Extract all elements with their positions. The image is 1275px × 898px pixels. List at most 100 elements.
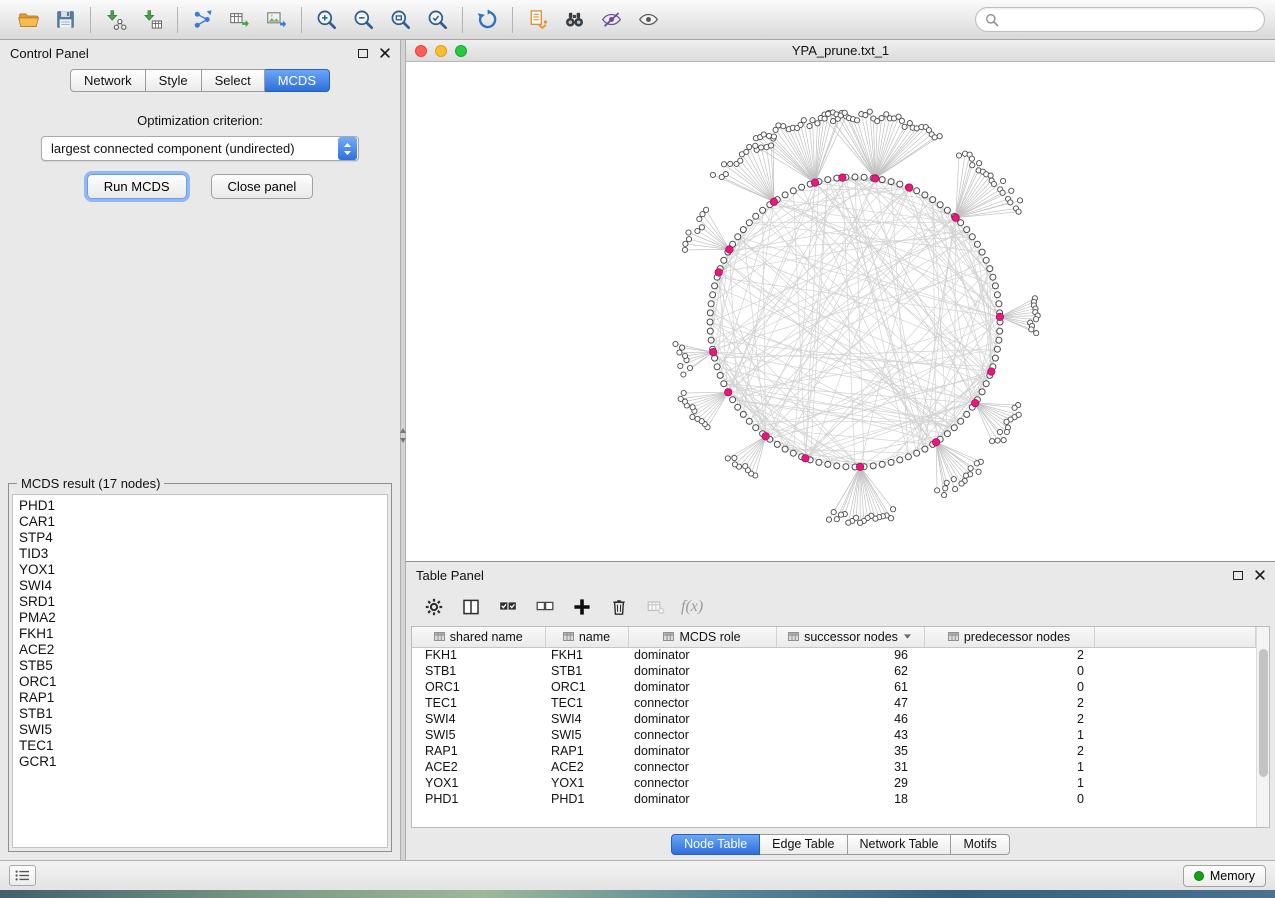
mcds-result-item[interactable]: ORC1 xyxy=(19,674,381,690)
table-row[interactable]: YOX1YOX1connector291 xyxy=(412,775,1256,791)
mcds-result-list[interactable]: PHD1CAR1STP4TID3YOX1SWI4SRD1PMA2FKH1ACE2… xyxy=(12,494,388,848)
tab-node-table[interactable]: Node Table xyxy=(671,834,760,855)
table-panel: Table Panel f(x) shared namenameMCDS rol… xyxy=(406,562,1275,860)
float-panel-icon[interactable] xyxy=(358,49,368,58)
column-header[interactable]: successor nodes xyxy=(776,627,924,647)
table-row[interactable]: PHD1PHD1dominator180 xyxy=(412,791,1256,807)
delete-row-button[interactable] xyxy=(605,593,633,621)
memory-status-icon xyxy=(1194,871,1204,881)
window-close-button[interactable] xyxy=(415,45,427,57)
network-window-titlebar[interactable]: YPA_prune.txt_1 xyxy=(406,40,1275,62)
table-panel-header: Table Panel xyxy=(406,562,1275,588)
mcds-result-item[interactable]: ACE2 xyxy=(19,642,381,658)
scrollbar-thumb[interactable] xyxy=(1259,649,1268,777)
mcds-result-item[interactable]: SWI4 xyxy=(19,578,381,594)
criterion-select[interactable]: largest connected component (undirected) xyxy=(41,136,359,161)
add-row-icon xyxy=(571,596,593,618)
table-row[interactable]: STB1STB1dominator620 xyxy=(412,663,1256,679)
mcds-result-item[interactable]: STB1 xyxy=(19,706,381,722)
close-panel-button[interactable]: Close panel xyxy=(211,174,314,199)
search-icon xyxy=(985,13,999,27)
mcds-result-item[interactable]: RAP1 xyxy=(19,690,381,706)
table-row[interactable]: RAP1RAP1dominator352 xyxy=(412,743,1256,759)
zoom-out-button[interactable] xyxy=(345,4,382,36)
mcds-result-item[interactable]: STB5 xyxy=(19,658,381,674)
select-all-icon xyxy=(497,596,519,618)
function-builder-button[interactable]: f(x) xyxy=(679,593,703,621)
mcds-result-item[interactable]: YOX1 xyxy=(19,562,381,578)
export-network-button[interactable] xyxy=(184,4,221,36)
tab-network[interactable]: Network xyxy=(70,69,146,92)
table-row[interactable]: ORC1ORC1dominator610 xyxy=(412,679,1256,695)
window-maximize-button[interactable] xyxy=(455,45,467,57)
table-row[interactable]: TEC1TEC1connector472 xyxy=(412,695,1256,711)
mcds-result-item[interactable]: TID3 xyxy=(19,546,381,562)
right-area: YPA_prune.txt_1 Table Panel f(x) shared … xyxy=(406,40,1275,860)
zoom-in-button[interactable] xyxy=(308,4,345,36)
import-network-icon xyxy=(104,8,127,31)
clear-all-button[interactable] xyxy=(642,593,670,621)
zoom-selected-button[interactable] xyxy=(419,4,456,36)
table-row[interactable]: ACE2ACE2connector311 xyxy=(412,759,1256,775)
tab-style[interactable]: Style xyxy=(146,69,202,92)
import-table-button[interactable] xyxy=(134,4,171,36)
column-header[interactable]: predecessor nodes xyxy=(924,627,1094,647)
mcds-result-item[interactable]: FKH1 xyxy=(19,626,381,642)
settings-button[interactable] xyxy=(420,593,448,621)
mcds-result-item[interactable]: PMA2 xyxy=(19,610,381,626)
add-row-button[interactable] xyxy=(568,593,596,621)
deselect-all-button[interactable] xyxy=(531,593,559,621)
tab-network-table[interactable]: Network Table xyxy=(848,834,952,855)
optimization-criterion-label: Optimization criterion: xyxy=(0,113,400,128)
search-network-button[interactable] xyxy=(556,4,593,36)
mcds-result-item[interactable]: TEC1 xyxy=(19,738,381,754)
column-header[interactable]: name xyxy=(545,627,628,647)
mcds-result-item[interactable]: STP4 xyxy=(19,530,381,546)
tab-motifs[interactable]: Motifs xyxy=(951,834,1009,855)
run-mcds-button[interactable]: Run MCDS xyxy=(87,174,187,199)
table-tabs: Node TableEdge TableNetwork TableMotifs xyxy=(406,828,1275,860)
tab-select[interactable]: Select xyxy=(202,69,265,92)
search-field[interactable] xyxy=(975,7,1265,32)
window-minimize-button[interactable] xyxy=(435,45,447,57)
mcds-result-item[interactable]: GCR1 xyxy=(19,754,381,770)
column-header[interactable]: MCDS role xyxy=(628,627,776,647)
table-header-row: shared namenameMCDS rolesuccessor nodesp… xyxy=(412,627,1256,647)
refresh-layout-button[interactable] xyxy=(469,4,506,36)
export-table-button[interactable] xyxy=(221,4,258,36)
import-network-button[interactable] xyxy=(97,4,134,36)
memory-button[interactable]: Memory xyxy=(1183,865,1266,887)
column-icon xyxy=(563,632,574,641)
mcds-result-item[interactable]: CAR1 xyxy=(19,514,381,530)
table-row[interactable]: FKH1FKH1dominator962 xyxy=(412,647,1256,663)
save-button[interactable] xyxy=(47,4,84,36)
panel-menu-button[interactable] xyxy=(9,865,36,886)
mcds-result-item[interactable]: SRD1 xyxy=(19,594,381,610)
close-table-panel-button[interactable] xyxy=(1255,570,1265,580)
network-graph[interactable] xyxy=(406,62,1275,562)
show-columns-button[interactable] xyxy=(457,593,485,621)
tab-edge-table[interactable]: Edge Table xyxy=(760,834,847,855)
column-header[interactable]: shared name xyxy=(412,627,545,647)
close-control-panel-button[interactable] xyxy=(380,48,390,58)
mcds-result-item[interactable]: SWI5 xyxy=(19,722,381,738)
toolbar-separator xyxy=(462,7,463,33)
show-graphics-button[interactable] xyxy=(630,4,667,36)
table-row[interactable]: SWI4SWI4dominator462 xyxy=(412,711,1256,727)
tab-mcds[interactable]: MCDS xyxy=(265,69,330,92)
zoom-fit-button[interactable] xyxy=(382,4,419,36)
hide-graphics-button[interactable] xyxy=(593,4,630,36)
copy-network-button[interactable] xyxy=(519,4,556,36)
table-scrollbar[interactable] xyxy=(1256,627,1269,827)
open-file-button[interactable] xyxy=(10,4,47,36)
main-toolbar xyxy=(0,0,1275,40)
search-input[interactable] xyxy=(1004,12,1255,27)
node-table-container: shared namenameMCDS rolesuccessor nodesp… xyxy=(411,626,1270,828)
table-row[interactable]: SWI5SWI5connector431 xyxy=(412,727,1256,743)
network-view[interactable] xyxy=(406,62,1275,561)
zoom-fit-icon xyxy=(389,8,412,31)
mcds-result-item[interactable]: PHD1 xyxy=(19,498,381,514)
float-table-panel-icon[interactable] xyxy=(1233,571,1243,580)
select-all-button[interactable] xyxy=(494,593,522,621)
export-image-button[interactable] xyxy=(258,4,295,36)
